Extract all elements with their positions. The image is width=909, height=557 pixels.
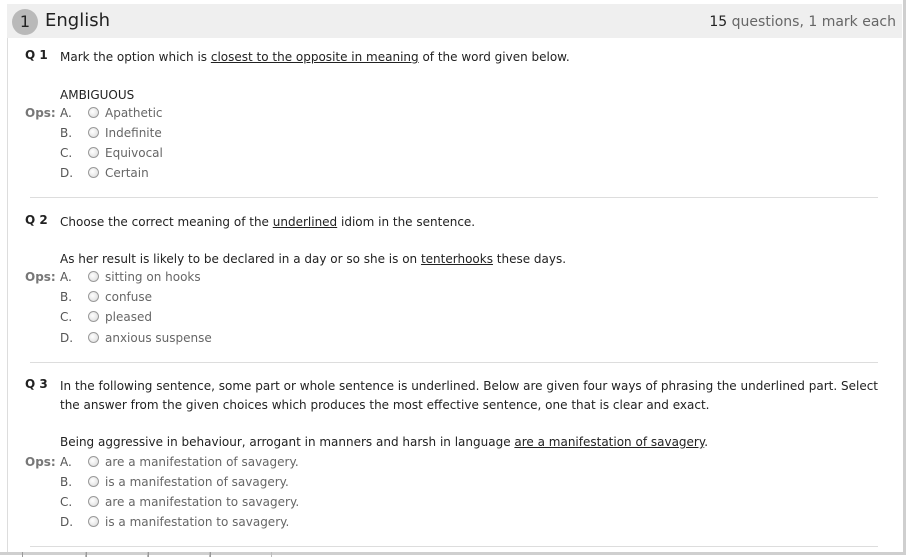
option-letter: B. [60,475,73,489]
radio-button[interactable] [88,456,99,467]
radio-button[interactable] [88,167,99,178]
option-text: anxious suspense [105,331,212,345]
question-number: Q 3 [25,377,48,391]
option-letter: B. [60,290,73,304]
question-text-underlined: closest to the opposite in meaning [210,50,419,64]
stem-post: . [704,435,709,449]
section-meta: 15 questions, 1 mark each [709,14,896,30]
option-text: Apathetic [105,106,163,120]
question-divider [30,546,878,547]
option-letter: A. [60,270,72,284]
option-letter: A. [60,455,72,469]
section-number-badge: 1 [12,9,38,35]
radio-button[interactable] [88,127,99,138]
stem-underlined: are a manifestation of savagery [514,435,705,449]
radio-button[interactable] [88,496,99,507]
option-text: is a manifestation to savagery. [105,515,290,529]
stem-pre: As her result is likely to be declared i… [60,252,421,266]
radio-button[interactable] [88,516,99,527]
ops-label: Ops: [25,270,56,284]
section-meta-suffix: questions, 1 mark each [727,14,896,30]
stem-pre: AMBIGUOUS [60,88,135,102]
taskbar-tab[interactable] [22,552,86,557]
option-text: pleased [105,310,152,324]
radio-button[interactable] [88,332,99,343]
question-count: 15 [709,14,728,30]
option-text: are a manifestation of savagery. [105,455,299,469]
option-letter: C. [60,146,73,160]
section-header: 1 English 15 questions, 1 mark each [7,4,902,38]
question-number: Q 2 [25,213,48,227]
option-letter: D. [60,331,74,345]
option-text: Equivocal [105,146,163,160]
question-number: Q 1 [25,48,48,62]
option-text: confuse [105,290,153,304]
taskbar-strip [22,552,909,557]
question-text-pre: In the following sentence, some part or … [60,379,878,412]
option-letter: C. [60,310,73,324]
question-text-underlined: underlined [272,215,338,229]
taskbar-tab[interactable] [210,552,272,557]
option-text: Indefinite [105,126,162,140]
question-text: In the following sentence, some part or … [60,377,890,415]
option-letter: A. [60,106,72,120]
question-divider [30,362,878,363]
question-text-post: of the word given below. [418,50,570,64]
question-text: Choose the correct meaning of the underl… [60,213,890,232]
option-letter: B. [60,126,73,140]
option-letter: D. [60,166,74,180]
ops-label: Ops: [25,106,56,120]
stem-pre: Being aggressive in behaviour, arrogant … [60,435,515,449]
option-letter: D. [60,515,74,529]
radio-button[interactable] [88,476,99,487]
stem-underlined: tenterhooks [420,252,493,266]
question-text-pre: Choose the correct meaning of the [60,215,273,229]
question-text-post: idiom in the sentence. [337,215,476,229]
option-text: are a manifestation to savagery. [105,495,300,509]
content-left-border [7,38,8,552]
option-text: Certain [105,166,149,180]
section-title: English [45,10,110,31]
question-divider [30,197,878,198]
question-stem: Being aggressive in behaviour, arrogant … [60,433,708,452]
radio-button[interactable] [88,271,99,282]
radio-button[interactable] [88,107,99,118]
taskbar-tab[interactable] [86,552,148,557]
option-text: sitting on hooks [105,270,201,284]
radio-button[interactable] [88,147,99,158]
taskbar-tab[interactable] [148,552,210,557]
radio-button[interactable] [88,291,99,302]
ops-label: Ops: [25,455,56,469]
radio-button[interactable] [88,311,99,322]
option-letter: C. [60,495,73,509]
stem-post: these days. [492,252,567,266]
option-text: is a manifestation of savagery. [105,475,289,489]
question-text-pre: Mark the option which is [60,50,211,64]
question-text: Mark the option which is closest to the … [60,48,890,67]
